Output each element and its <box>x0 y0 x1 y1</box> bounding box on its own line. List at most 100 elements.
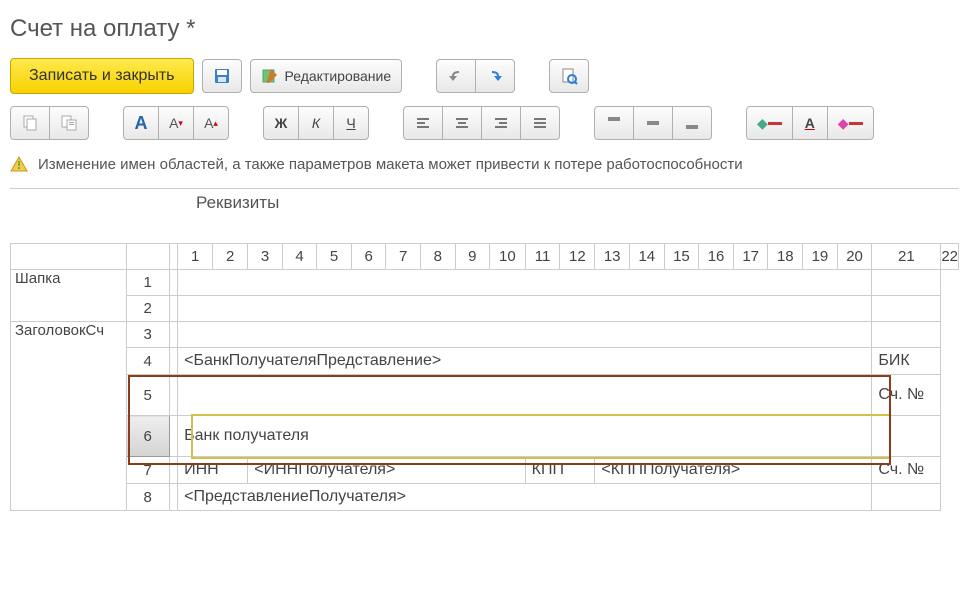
col-blank[interactable] <box>169 244 177 270</box>
section-header: Шапка <box>11 270 127 322</box>
col-1[interactable]: 1 <box>178 244 213 270</box>
col-7[interactable]: 7 <box>386 244 421 270</box>
align-center-icon <box>453 114 471 132</box>
row-3[interactable]: ЗаголовокСч 3 <box>11 322 959 348</box>
edit-mode-button[interactable]: Редактирование <box>250 59 403 93</box>
cell-bank-recipient[interactable]: Банк получателя <box>178 416 872 457</box>
row-6[interactable]: 6 Банк получателя <box>11 416 959 457</box>
font-increase-button[interactable]: A▴ <box>193 106 229 140</box>
row-head-1[interactable]: 1 <box>126 270 169 296</box>
preview-icon <box>560 67 578 85</box>
cell-acct2[interactable]: Сч. № <box>872 457 941 484</box>
col-13[interactable]: 13 <box>595 244 630 270</box>
redo-button[interactable] <box>475 59 515 93</box>
align-center-button[interactable] <box>442 106 482 140</box>
col-12[interactable]: 12 <box>560 244 595 270</box>
align-justify-button[interactable] <box>520 106 560 140</box>
col-blank-section[interactable] <box>11 244 127 270</box>
cell-inn-val[interactable]: <ИННПолучателя> <box>248 457 525 484</box>
text-color-label: A <box>805 115 815 131</box>
paste-button[interactable] <box>49 106 89 140</box>
undo-button[interactable] <box>436 59 476 93</box>
font-big-label: A <box>204 115 213 131</box>
border-color-button[interactable]: ◆ <box>827 106 874 140</box>
align-left-icon <box>414 114 432 132</box>
row-head-7[interactable]: 7 <box>126 457 169 484</box>
column-header-row: 1 2 3 4 5 6 7 8 9 10 11 12 13 14 15 16 1… <box>11 244 959 270</box>
align-right-icon <box>492 114 510 132</box>
cell-kpp-val[interactable]: <КПППолучателя> <box>595 457 872 484</box>
undo-redo-group <box>436 59 515 93</box>
redo-icon <box>486 67 504 85</box>
cell-bank-repr[interactable]: <БанкПолучателяПредставление> <box>178 348 872 375</box>
col-10[interactable]: 10 <box>490 244 526 270</box>
row-head-3[interactable]: 3 <box>126 322 169 348</box>
row-1[interactable]: Шапка 1 <box>11 270 959 296</box>
col-21[interactable]: 21 <box>872 244 941 270</box>
sheet-table[interactable]: 1 2 3 4 5 6 7 8 9 10 11 12 13 14 15 16 1… <box>10 243 959 511</box>
cell-bik[interactable]: БИК <box>872 348 941 375</box>
col-16[interactable]: 16 <box>699 244 734 270</box>
row-2[interactable]: 2 <box>11 296 959 322</box>
col-11[interactable]: 11 <box>525 244 560 270</box>
col-19[interactable]: 19 <box>803 244 838 270</box>
font-decrease-button[interactable]: A▾ <box>158 106 194 140</box>
col-2[interactable]: 2 <box>213 244 248 270</box>
valign-top-button[interactable] <box>594 106 634 140</box>
col-6[interactable]: 6 <box>351 244 386 270</box>
valign-middle-button[interactable] <box>633 106 673 140</box>
col-3[interactable]: 3 <box>248 244 283 270</box>
row-head-2[interactable]: 2 <box>126 296 169 322</box>
col-18[interactable]: 18 <box>768 244 803 270</box>
row-head-4[interactable]: 4 <box>126 348 169 375</box>
cell-kpp-label[interactable]: КПП <box>525 457 595 484</box>
edit-mode-label: Редактирование <box>285 68 392 84</box>
row-head-5[interactable]: 5 <box>126 375 169 416</box>
valign-bottom-icon <box>683 114 701 132</box>
save-icon <box>213 67 231 85</box>
save-close-button[interactable]: Записать и закрыть <box>10 58 194 94</box>
row-5[interactable]: 5 Сч. № <box>11 375 959 416</box>
row-head-8[interactable]: 8 <box>126 484 169 511</box>
col-9[interactable]: 9 <box>455 244 490 270</box>
warning-text: Изменение имен областей, а также парамет… <box>38 156 743 173</box>
cell-acct[interactable]: Сч. № <box>872 375 941 416</box>
spreadsheet[interactable]: Реквизиты 1 2 3 4 5 6 7 8 9 10 11 12 <box>10 188 959 511</box>
paste-icon <box>60 114 78 132</box>
border-color-label: ◆ <box>838 115 849 132</box>
align-left-button[interactable] <box>403 106 443 140</box>
font-default-button[interactable]: A <box>123 106 159 140</box>
cell-inn-label[interactable]: ИНН <box>178 457 248 484</box>
col-17[interactable]: 17 <box>733 244 768 270</box>
valign-top-icon <box>605 114 623 132</box>
row-4[interactable]: 4 <БанкПолучателяПредставление> БИК <box>11 348 959 375</box>
col-22[interactable]: 22 <box>941 244 959 270</box>
row-7[interactable]: 7 ИНН <ИННПолучателя> КПП <КПППолучателя… <box>11 457 959 484</box>
align-right-button[interactable] <box>481 106 521 140</box>
underline-button[interactable]: Ч <box>333 106 369 140</box>
col-8[interactable]: 8 <box>420 244 455 270</box>
italic-button[interactable]: К <box>298 106 334 140</box>
col-14[interactable]: 14 <box>629 244 664 270</box>
bg-color-button[interactable]: ◆ <box>746 106 793 140</box>
col-blank-rownum[interactable] <box>126 244 169 270</box>
row-head-6[interactable]: 6 <box>126 416 169 457</box>
cell-payee-repr[interactable]: <ПредставлениеПолучателя> <box>178 484 872 511</box>
col-20[interactable]: 20 <box>837 244 872 270</box>
col-4[interactable]: 4 <box>282 244 317 270</box>
font-small-label: A <box>169 115 178 131</box>
col-5[interactable]: 5 <box>317 244 352 270</box>
save-button[interactable] <box>202 59 242 93</box>
format-toolbar: A A▾ A▴ Ж К Ч ◆ A ◆ <box>10 106 959 140</box>
edit-icon <box>261 67 279 85</box>
preview-button[interactable] <box>549 59 589 93</box>
bold-button[interactable]: Ж <box>263 106 299 140</box>
cell-r5[interactable] <box>178 375 872 416</box>
valign-bottom-button[interactable] <box>672 106 712 140</box>
valign-middle-icon <box>644 114 662 132</box>
text-color-button[interactable]: A <box>792 106 828 140</box>
row-8[interactable]: 8 <ПредставлениеПолучателя> <box>11 484 959 511</box>
copy-button[interactable] <box>10 106 50 140</box>
col-15[interactable]: 15 <box>664 244 699 270</box>
section-title: ЗаголовокСч <box>11 322 127 511</box>
